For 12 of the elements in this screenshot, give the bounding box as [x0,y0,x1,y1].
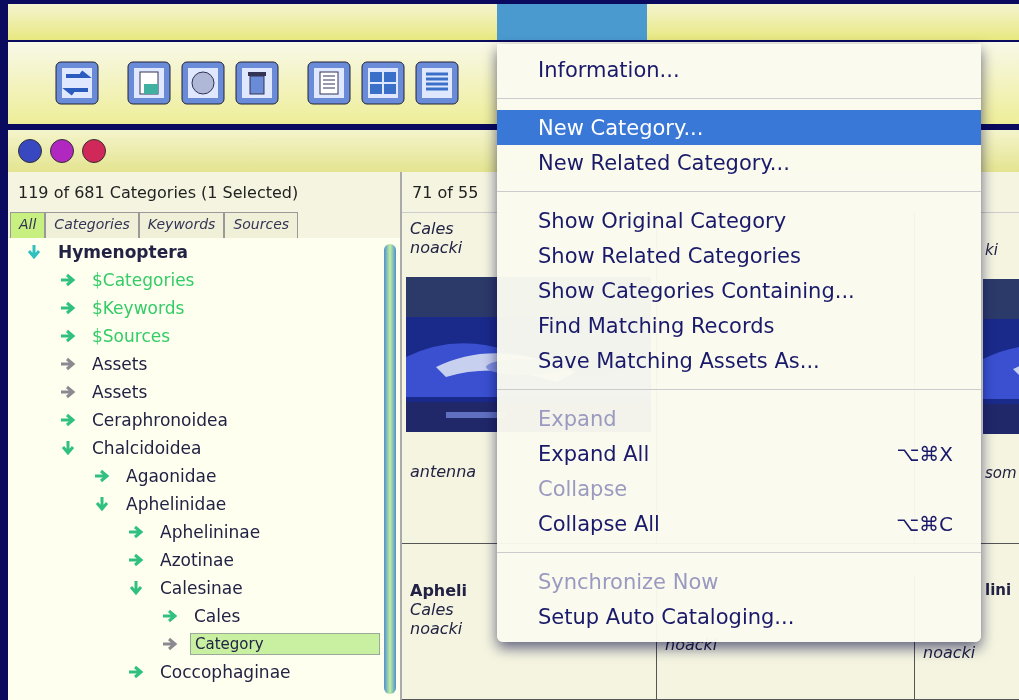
record-field: Cales [410,600,454,619]
record-field: Cales [410,219,454,238]
record-field: ki [923,241,998,259]
category-count: 119 of 681 Categories (1 Selected) [17,181,300,204]
record-count: 71 of 55 [411,181,480,204]
record-title: lini [984,581,1012,599]
record-field: noacki [410,619,463,638]
record-caption: som [984,464,1017,482]
record-field: noacki [923,643,976,662]
record-field: noacki [410,238,463,257]
record-title: Apheli [410,581,468,600]
record-caption: antenna [410,462,478,481]
